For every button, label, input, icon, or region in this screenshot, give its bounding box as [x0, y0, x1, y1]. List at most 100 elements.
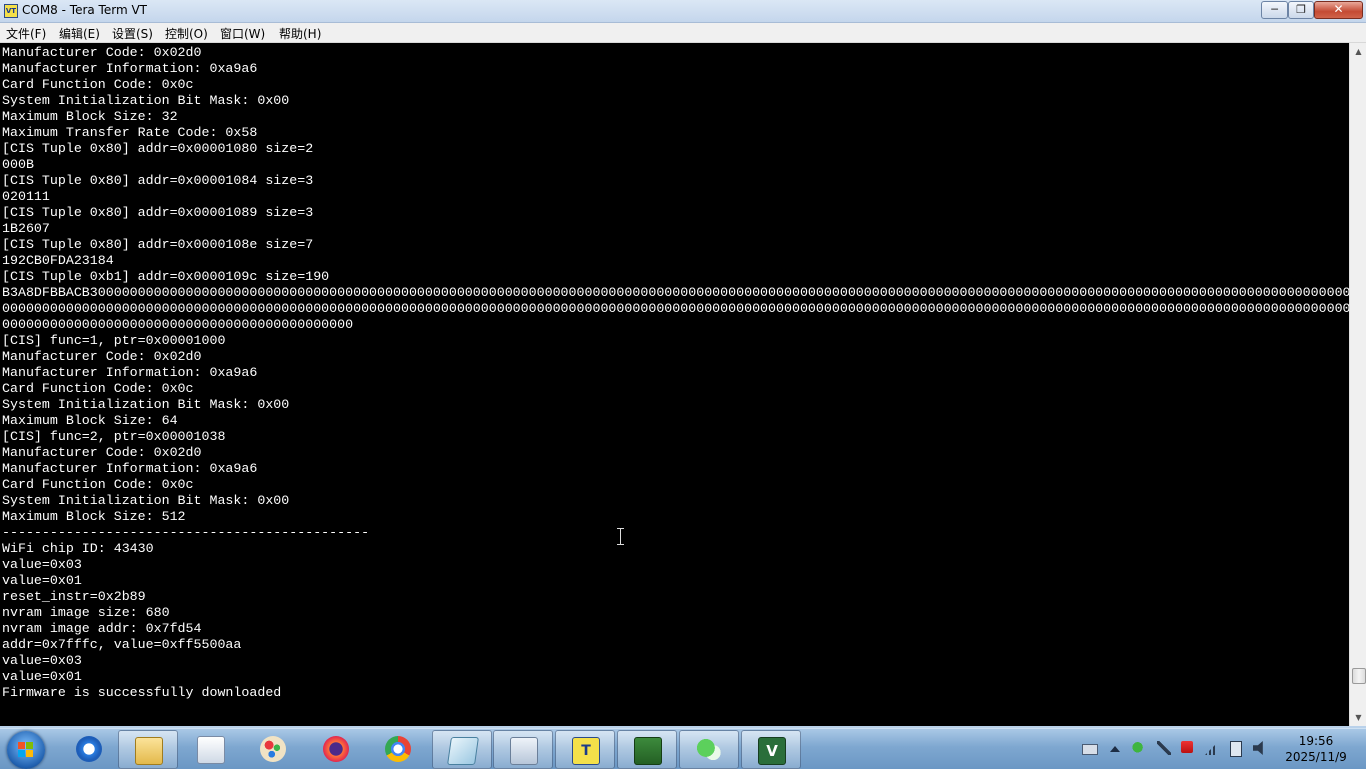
terminal-line: 0000000000000000000000000000000000000000… [2, 301, 1349, 316]
menu-file[interactable]: 文件(F) [6, 25, 46, 42]
volume-icon[interactable] [1253, 741, 1263, 755]
clock-time: 19:56 [1298, 734, 1334, 748]
windows-flag-icon [18, 742, 34, 758]
menu-control[interactable]: 控制(O) [165, 25, 208, 42]
scroll-down-icon[interactable]: ▼ [1350, 709, 1366, 726]
scroll-thumb[interactable] [1352, 668, 1366, 684]
terminal-line: Firmware is successfully downloaded [2, 685, 282, 700]
taskbar-button-chrome[interactable] [369, 730, 427, 767]
terminal-line: Manufacturer Code: 0x02d0 [2, 445, 202, 460]
text-cursor-icon [620, 528, 621, 544]
taskbar-button-internet-explorer[interactable] [60, 730, 118, 767]
maximize-button[interactable]: ❐ [1288, 1, 1314, 19]
firefox-icon [323, 736, 349, 762]
terminal-line: Manufacturer Information: 0xa9a6 [2, 461, 258, 476]
terminal-line: [CIS Tuple 0x80] addr=0x00001080 size=2 [2, 141, 314, 156]
terminal-line: WiFi chip ID: 43430 [2, 541, 154, 556]
terminal-line: [CIS Tuple 0x80] addr=0x00001089 size=3 [2, 205, 314, 220]
terminal-output[interactable]: Manufacturer Code: 0x02d0 Manufacturer In… [0, 43, 1349, 726]
terminal-line: Maximum Block Size: 512 [2, 509, 186, 524]
terminal-line: [CIS Tuple 0x80] addr=0x0000108e size=7 [2, 237, 314, 252]
terminal-line: [CIS] func=1, ptr=0x00001000 [2, 333, 226, 348]
terminal-line: System Initialization Bit Mask: 0x00 [2, 397, 290, 412]
taskbar-button-file-explorer[interactable] [118, 730, 178, 769]
menu-setup[interactable]: 设置(S) [112, 25, 153, 42]
taskbar-button-notepad[interactable] [432, 730, 492, 769]
terminal-line: Maximum Transfer Rate Code: 0x58 [2, 125, 258, 140]
terminal-line: Card Function Code: 0x0c [2, 381, 194, 396]
wechat-tray-icon[interactable] [1132, 741, 1146, 755]
terminal-line: System Initialization Bit Mask: 0x00 [2, 93, 290, 108]
window-title: COM8 - Tera Term VT [22, 3, 147, 17]
terminal-line: addr=0x7fffc, value=0xff5500aa [2, 637, 242, 652]
terminal-lines: Manufacturer Code: 0x02d0 Manufacturer In… [2, 45, 1349, 701]
menu-bar: 文件(F) 编辑(E) 设置(S) 控制(O) 窗口(W) 帮助(H) [0, 23, 1366, 43]
terminal-line: nvram image size: 680 [2, 605, 170, 620]
minimize-button[interactable]: ─ [1261, 1, 1288, 19]
paint-icon [260, 736, 286, 762]
terminal-line: Card Function Code: 0x0c [2, 77, 194, 92]
chrome-icon [385, 736, 411, 762]
taskbar-button-visual-studio[interactable]: V [741, 730, 801, 769]
visual-studio-icon: V [758, 737, 786, 765]
file-explorer-icon [135, 737, 163, 765]
terminal-line: Maximum Block Size: 32 [2, 109, 178, 124]
terminal-line: System Initialization Bit Mask: 0x00 [2, 493, 290, 508]
tera-term-icon[interactable]: VT [4, 4, 18, 18]
terminal-line: Manufacturer Information: 0xa9a6 [2, 61, 258, 76]
terminal-line: [CIS] func=2, ptr=0x00001038 [2, 429, 226, 444]
terminal-line: B3A8DFBBACB30000000000000000000000000000… [2, 285, 1349, 300]
terminal-line: 192CB0FDA23184 [2, 253, 114, 268]
terminal-line: 000B [2, 157, 34, 172]
terminal-line: Manufacturer Code: 0x02d0 [2, 45, 202, 60]
taskbar-button-editor[interactable] [617, 730, 677, 769]
tera-term-icon: T [572, 737, 600, 765]
menu-window[interactable]: 窗口(W) [220, 25, 265, 42]
terminal-line: value=0x01 [2, 669, 82, 684]
system-clock[interactable]: 19:56 2025/11/9 [1276, 733, 1356, 765]
signal-icon[interactable] [1205, 741, 1219, 755]
media-player-icon [197, 736, 225, 764]
calculator-icon [510, 737, 538, 765]
terminal-line: value=0x03 [2, 653, 82, 668]
terminal-line: Card Function Code: 0x0c [2, 477, 194, 492]
wechat-icon [696, 737, 722, 763]
terminal-line: Manufacturer Code: 0x02d0 [2, 349, 202, 364]
taskbar-button-wechat[interactable] [679, 730, 739, 769]
terminal-line: 0000000000000000000000000000000000000000… [2, 317, 354, 332]
taskbar-button-calculator[interactable] [493, 730, 553, 769]
network-error-icon[interactable] [1181, 741, 1193, 753]
terminal-line: Manufacturer Information: 0xa9a6 [2, 365, 258, 380]
terminal-line: 020111 [2, 189, 50, 204]
terminal-line: 1B2607 [2, 221, 50, 236]
editor-icon [634, 737, 662, 765]
terminal-line: reset_instr=0x2b89 [2, 589, 146, 604]
text-cursor-bottom [617, 544, 624, 545]
terminal-line: [CIS Tuple 0xb1] addr=0x0000109c size=19… [2, 269, 330, 284]
taskbar: T V 19:56 2025/11/9 [0, 728, 1366, 769]
pin-icon[interactable] [1157, 741, 1171, 755]
terminal-line: value=0x03 [2, 557, 82, 572]
title-bar[interactable]: VT COM8 - Tera Term VT ─ ❐ ✕ [0, 0, 1366, 23]
scroll-up-icon[interactable]: ▲ [1350, 43, 1366, 60]
terminal-line: [CIS Tuple 0x80] addr=0x00001084 size=3 [2, 173, 314, 188]
clock-date: 2025/11/9 [1285, 750, 1347, 764]
vertical-scrollbar[interactable]: ▲ ▼ [1349, 43, 1366, 726]
internet-explorer-icon [76, 736, 102, 762]
taskbar-button-media-player[interactable] [181, 730, 239, 767]
terminal-line: nvram image addr: 0x7fd54 [2, 621, 202, 636]
terminal-line: value=0x01 [2, 573, 82, 588]
menu-help[interactable]: 帮助(H) [279, 25, 321, 42]
windows-start-icon[interactable] [7, 731, 45, 769]
show-hidden-icons-arrow[interactable] [1110, 746, 1120, 752]
close-button[interactable]: ✕ [1314, 1, 1363, 19]
keyboard-icon[interactable] [1082, 744, 1098, 755]
notepad-icon [447, 737, 479, 765]
terminal-line: Maximum Block Size: 64 [2, 413, 178, 428]
taskbar-button-paint[interactable] [244, 730, 302, 767]
menu-edit[interactable]: 编辑(E) [59, 25, 100, 42]
terminal-line: ----------------------------------------… [2, 525, 370, 540]
taskbar-button-firefox[interactable] [307, 730, 365, 767]
taskbar-button-tera-term[interactable]: T [555, 730, 615, 769]
battery-icon[interactable] [1230, 741, 1242, 757]
